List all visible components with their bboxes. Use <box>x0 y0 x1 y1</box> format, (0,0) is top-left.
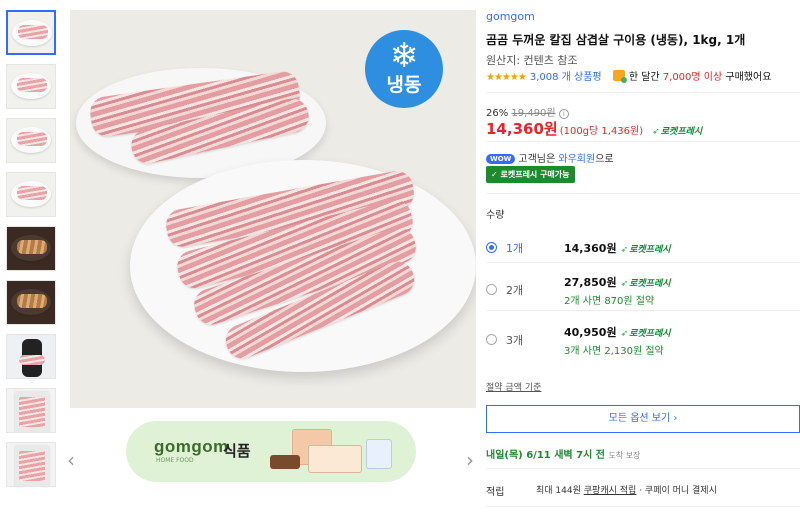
origin-text: 원산지: 컨텐츠 참조 <box>486 54 578 67</box>
thumbnail-3[interactable] <box>6 118 56 163</box>
cash-text: 최대 144원 쿠팡캐시 적립 · 쿠페이 머니 결제시 <box>536 483 717 496</box>
package-image <box>366 439 392 469</box>
option-price: 27,850원 <box>564 276 617 289</box>
package-image <box>270 455 300 469</box>
rocket-fresh-badge: ➶로켓프레시 <box>621 279 671 289</box>
divider <box>486 92 800 93</box>
cash-link[interactable]: 쿠팡캐시 적립 <box>584 486 637 496</box>
option-price-row: 14,360원 ➶로켓프레시 <box>564 240 671 256</box>
brand-banner[interactable]: gomgom HOME FOOD 식품 <box>126 421 416 482</box>
buy-count: 7,000명 이상 <box>662 72 723 83</box>
rocket-icon: ➶ <box>620 329 629 339</box>
wow-member-link[interactable]: 와우회원 <box>558 154 595 165</box>
quantity-radio[interactable] <box>486 242 497 253</box>
delivery-info: 내일(목) 6/11 새벽 7시 전 도착 보장 <box>486 446 640 461</box>
cash-label: 적립 <box>486 487 505 498</box>
thumbnail-meat <box>19 355 45 365</box>
option-saving: 2개 사면 870원 절약 <box>564 296 655 307</box>
chevron-left-icon[interactable]: ‹ <box>67 448 75 472</box>
saving-basis-link[interactable]: 절약 금액 기준 <box>486 380 541 393</box>
divider <box>486 141 800 142</box>
quantity-label: 수량 <box>486 210 505 221</box>
rating-row: ★★★★★ 3,008 개 상품평 한 달간 7,000명 이상 구매했어요 <box>486 68 771 83</box>
discount-row: 26% 19,490원 i <box>486 104 569 119</box>
cash-prefix: 최대 144원 <box>536 486 581 496</box>
divider <box>486 506 800 507</box>
rocket-icon: ➶ <box>620 245 629 255</box>
rating-stars: ★★★★★ <box>486 72 527 83</box>
thumbnail-meat <box>19 451 45 481</box>
thumbnail-meat <box>17 186 47 200</box>
wow-suffix: 으로 <box>595 154 614 165</box>
fresh-available-badge: ✓ 로켓프레시 구매가능 <box>486 166 575 183</box>
rocket-icon: ➶ <box>652 127 660 137</box>
option-saving: 3개 사면 2,130원 절약 <box>564 346 664 357</box>
quantity-value: 1개 <box>506 242 524 255</box>
brand-logo: gomgom <box>154 437 229 456</box>
sale-price: 14,360원 <box>486 120 558 138</box>
option-price-row: 40,950원 ➶로켓프레시 <box>564 324 671 340</box>
product-title: 곰곰 두꺼운 칼집 삼겹살 구이용 (냉동), 1kg, 1개 <box>486 33 746 47</box>
thumbnail-meat <box>18 25 48 39</box>
quantity-value: 2개 <box>506 284 524 297</box>
thumbnail-6[interactable] <box>6 280 56 325</box>
brand-logo-sub: HOME FOOD <box>156 457 194 464</box>
rocket-fresh-badge: ➶로켓프레시 <box>621 329 671 339</box>
divider <box>486 310 800 311</box>
option-price: 14,360원 <box>564 242 617 255</box>
rocket-fresh-badge: ➶로켓프레시 <box>652 127 702 137</box>
brand-link[interactable]: gomgom <box>486 10 535 23</box>
rocket-fresh-label: 로켓프레시 <box>629 245 671 255</box>
buy-prefix: 한 달간 <box>628 72 660 83</box>
rocket-icon: ➶ <box>620 279 629 289</box>
shopping-bag-icon <box>612 70 627 83</box>
thumbnail-7[interactable] <box>6 334 56 379</box>
option-price: 40,950원 <box>564 326 617 339</box>
thumbnail-meat <box>19 397 45 427</box>
all-options-button[interactable]: 모든 옵션 보기 › <box>486 405 800 433</box>
price-row: 14,360원 (100g당 1,436원) ➶로켓프레시 <box>486 118 702 139</box>
divider <box>486 262 800 263</box>
thumbnail-1[interactable] <box>6 10 56 55</box>
thumbnail-meat <box>17 132 47 146</box>
banner-text: 식품 <box>223 442 251 460</box>
delivery-note: 도착 보장 <box>608 451 641 460</box>
quantity-value: 3개 <box>506 334 524 347</box>
thumbnail-9[interactable] <box>6 442 56 487</box>
divider <box>486 468 800 469</box>
frozen-badge: ❄ 냉동 <box>365 30 443 108</box>
cash-suffix: · 쿠페이 머니 결제시 <box>639 486 717 496</box>
buy-suffix: 구매했어요 <box>725 72 772 83</box>
thumbnail-meat <box>17 294 47 308</box>
thumbnail-4[interactable] <box>6 172 56 217</box>
wow-badge: WOW <box>486 154 516 164</box>
delivery-date: 내일(목) 6/11 새벽 7시 전 <box>486 450 605 461</box>
wow-row: WOW 고객님은 와우회원으로 <box>486 150 614 165</box>
rocket-fresh-badge: ➶로켓프레시 <box>621 245 671 255</box>
snowflake-icon: ❄ <box>389 36 419 76</box>
thumbnail-list <box>6 10 60 496</box>
thumbnail-2[interactable] <box>6 64 56 109</box>
option-price-row: 27,850원 ➶로켓프레시 <box>564 274 671 290</box>
quantity-radio[interactable] <box>486 334 497 345</box>
wow-prefix: 고객님은 <box>518 154 556 165</box>
thumbnail-meat <box>17 240 47 254</box>
rocket-fresh-label: 로켓프레시 <box>629 279 671 289</box>
frozen-badge-text: 냉동 <box>386 75 422 96</box>
divider <box>486 193 800 194</box>
thumbnail-5[interactable] <box>6 226 56 271</box>
review-count-link[interactable]: 3,008 개 상품평 <box>530 72 602 83</box>
package-image <box>308 445 362 473</box>
quantity-radio[interactable] <box>486 284 497 295</box>
main-product-image: ❄ 냉동 <box>70 10 476 408</box>
thumbnail-8[interactable] <box>6 388 56 433</box>
rocket-fresh-label: 로켓프레시 <box>660 127 703 137</box>
thumbnail-meat <box>17 78 47 92</box>
unit-price: (100g당 1,436원) <box>559 126 644 137</box>
rocket-fresh-label: 로켓프레시 <box>629 329 671 339</box>
chevron-right-icon[interactable]: › <box>466 448 474 472</box>
